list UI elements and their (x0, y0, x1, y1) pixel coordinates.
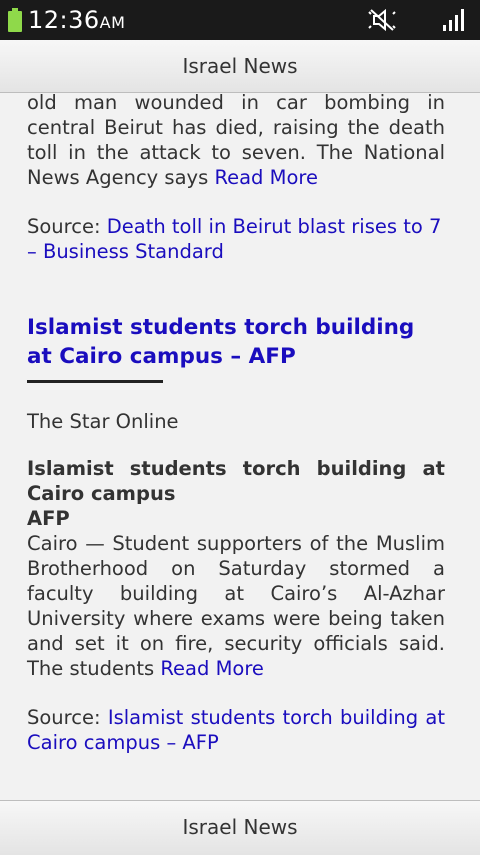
article-source: Source: Death toll in Beirut blast rises… (27, 214, 445, 264)
article-title-link[interactable]: Islamist students torch building at Cair… (27, 315, 414, 369)
article-scroll-view[interactable]: old man wounded in car bombing in centra… (0, 93, 480, 800)
app-title-bar: Israel News (0, 40, 480, 93)
article-body-snippet: Cairo — Student supporters of the Muslim… (27, 531, 445, 681)
source-label: Source: (27, 215, 101, 238)
mute-icon (368, 8, 396, 32)
app-title: Israel News (182, 54, 298, 78)
status-clock: 12:36AM (28, 6, 125, 34)
article-headline: Islamist students torch building at Cair… (27, 457, 445, 505)
read-more-link[interactable]: Read More (214, 166, 318, 189)
battery-icon (8, 8, 22, 32)
source-label: Source: (27, 706, 101, 729)
article-source: Source: Islamist students torch building… (27, 705, 445, 755)
signal-icon (443, 9, 464, 31)
article-publisher: The Star Online (27, 410, 179, 433)
bottom-bar-title: Israel News (182, 815, 298, 839)
clock-ampm: AM (99, 13, 126, 32)
clock-time: 12:36 (28, 6, 100, 34)
article-body-snippet: old man wounded in car bombing in centra… (27, 93, 445, 190)
article-title[interactable]: Islamist students torch building at Cair… (27, 313, 445, 371)
status-bar: 12:36AM (0, 0, 480, 40)
bottom-bar[interactable]: Israel News (0, 800, 480, 855)
article-agency: AFP (27, 507, 70, 530)
read-more-link[interactable]: Read More (160, 657, 264, 680)
